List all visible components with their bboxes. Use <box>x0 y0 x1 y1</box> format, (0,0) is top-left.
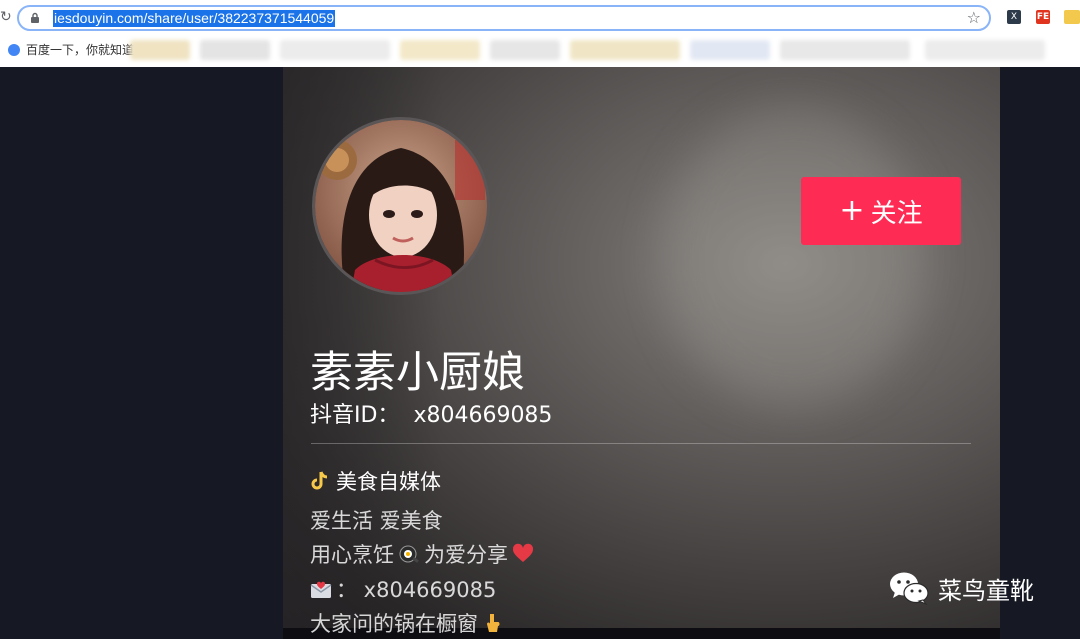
douyin-id: 抖音ID： x804669085 <box>310 397 552 429</box>
signature-text: 用心烹饪 <box>310 543 394 567</box>
signature-text: 爱生活 爱美食 <box>310 509 443 533</box>
url-text[interactable]: iesdouyin.com/share/user/382237371544059 <box>53 10 336 27</box>
bookmarks-bar: 百度一下，你就知道 <box>0 36 1080 64</box>
tiktok-icon <box>311 471 328 490</box>
bookmark-label: 百度一下，你就知道 <box>26 43 135 57</box>
blurred-bookmark[interactable] <box>130 40 190 60</box>
extension-icon[interactable] <box>1064 10 1080 24</box>
signature-line-4: 大家问的锅在橱窗 <box>310 608 504 638</box>
extension-x-icon[interactable]: X <box>1007 10 1021 24</box>
heart-icon <box>512 543 534 562</box>
verified-text: 美食自媒体 <box>336 470 441 494</box>
browser-chrome: ↻ iesdouyin.com/share/user/3822373715440… <box>0 0 1080 68</box>
signature-text: 为爱分享 <box>424 543 508 567</box>
address-bar[interactable]: iesdouyin.com/share/user/382237371544059… <box>17 5 991 31</box>
divider <box>311 443 971 444</box>
lock-icon[interactable] <box>29 12 41 24</box>
love-letter-icon <box>310 581 332 598</box>
avatar[interactable] <box>312 117 490 295</box>
blurred-bookmark[interactable] <box>280 40 390 60</box>
bookmark-star-icon[interactable]: ☆ <box>967 8 981 27</box>
signature-text: ： x804669085 <box>336 578 497 602</box>
blurred-bookmark[interactable] <box>400 40 480 60</box>
signature-line-1: 爱生活 爱美食 <box>310 505 443 535</box>
watermark-text: 菜鸟童靴 <box>938 576 1034 605</box>
nickname: 素素小厨娘 <box>310 348 525 398</box>
frying-pan-icon <box>399 545 419 563</box>
blurred-bookmark[interactable] <box>200 40 270 60</box>
reload-icon[interactable]: ↻ <box>0 9 12 27</box>
wechat-icon <box>890 572 929 606</box>
signature-line-2: 用心烹饪 为爱分享 <box>310 539 534 569</box>
pointing-down-icon <box>487 614 500 632</box>
blurred-bookmark[interactable] <box>490 40 560 60</box>
signature-line-3: ： x804669085 <box>310 574 496 604</box>
globe-icon <box>8 44 20 56</box>
verified-badge: 美食自媒体 <box>310 466 441 496</box>
blurred-bookmark[interactable] <box>690 40 770 60</box>
follow-button[interactable]: + 关注 <box>801 177 961 245</box>
plus-icon: + <box>839 193 865 228</box>
extension-fe-icon[interactable]: FE <box>1036 10 1050 24</box>
douyin-id-value: x804669085 <box>413 403 553 428</box>
background-blur <box>663 107 923 407</box>
blurred-bookmark[interactable] <box>925 40 1045 60</box>
watermark: 菜鸟童靴 <box>888 570 1034 606</box>
douyin-id-label: 抖音ID： <box>310 403 400 428</box>
blurred-bookmark[interactable] <box>570 40 680 60</box>
blurred-bookmark[interactable] <box>780 40 910 60</box>
signature-text: 大家问的锅在橱窗 <box>310 612 478 636</box>
avatar-image <box>315 120 487 292</box>
follow-label: 关注 <box>870 198 923 229</box>
bookmark-baidu[interactable]: 百度一下，你就知道 <box>8 41 134 59</box>
